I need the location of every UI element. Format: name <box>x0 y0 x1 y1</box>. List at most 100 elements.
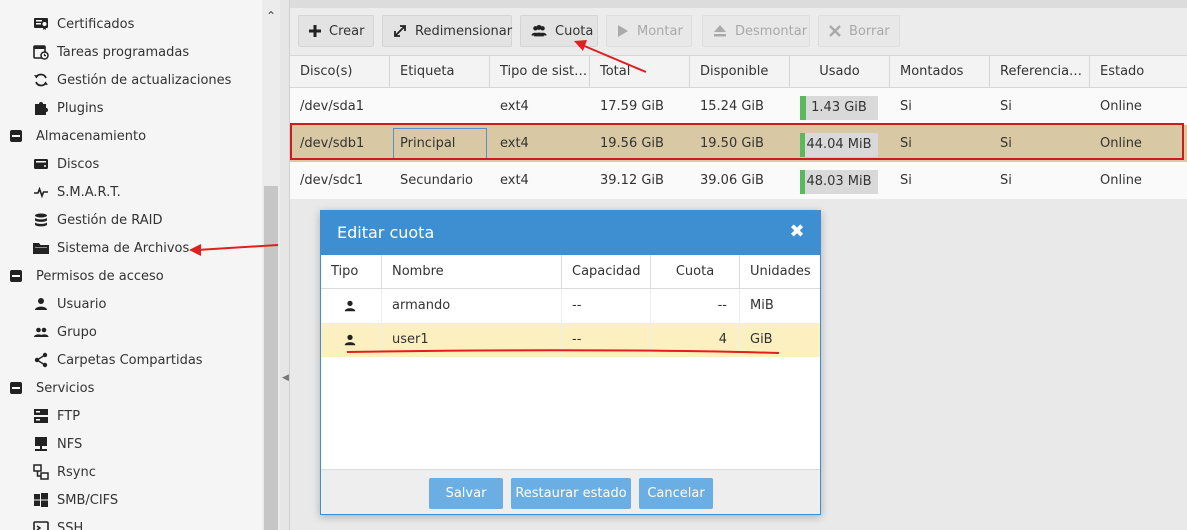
sidebar-item-gestion-raid[interactable]: Gestión de RAID <box>0 206 262 234</box>
sidebar-item-ftp[interactable]: FTP <box>0 402 262 430</box>
sidebar-group-permisos[interactable]: Permisos de acceso <box>0 262 262 290</box>
column-header-tipo[interactable]: Tipo de sist… <box>490 56 590 87</box>
cell-units[interactable]: MiB <box>740 289 820 323</box>
cell-mounted: Si <box>900 99 912 114</box>
sidebar-item-certificados[interactable]: Certificados <box>0 10 262 38</box>
collapse-left-icon[interactable]: ◀ <box>282 373 289 383</box>
redimensionar-button[interactable]: Redimensionar <box>382 15 512 47</box>
puzzle-icon <box>33 100 49 116</box>
sidebar-item-gestion-actualizaciones[interactable]: Gestión de actualizaciones <box>0 66 262 94</box>
usage-bar-fill <box>800 133 805 157</box>
cell-label[interactable]: Principal <box>390 125 490 162</box>
sidebar-item-rsync[interactable]: Rsync <box>0 458 262 486</box>
cell-total: 17.59 GiB <box>600 99 664 114</box>
sidebar-scrollbar-thumb[interactable] <box>264 186 278 530</box>
dialog-footer: Salvar Restaurar estado Cancelar <box>321 469 820 514</box>
network-icon <box>33 464 49 480</box>
collapse-icon[interactable] <box>8 268 24 284</box>
cell-quota[interactable]: -- <box>651 289 740 323</box>
desmontar-button[interactable]: Desmontar <box>702 15 810 47</box>
sidebar-item-discos[interactable]: Discos <box>0 150 262 178</box>
cell-available: 15.24 GiB <box>700 99 764 114</box>
group-icon <box>531 23 547 39</box>
sidebar-item-label: SMB/CIFS <box>57 492 119 508</box>
sidebar-item-smb-cifs[interactable]: SMB/CIFS <box>0 486 262 514</box>
sidebar-item-plugins[interactable]: Plugins <box>0 94 262 122</box>
sidebar-item-usuario[interactable]: Usuario <box>0 290 262 318</box>
cell-label <box>390 88 400 125</box>
restaurar-estado-button[interactable]: Restaurar estado <box>511 478 631 509</box>
cell-type: ext4 <box>500 136 529 151</box>
cancelar-button[interactable]: Cancelar <box>639 478 713 509</box>
column-header-nombre[interactable]: Nombre <box>382 255 562 289</box>
quota-row-selected[interactable]: user1 -- 4 GiB <box>321 323 820 357</box>
table-row[interactable]: /dev/sdc1 Secundario ext4 39.12 GiB 39.0… <box>290 162 1187 199</box>
column-header-etiqueta[interactable]: Etiqueta <box>390 56 490 87</box>
panel-splitter[interactable] <box>280 0 290 530</box>
quota-row[interactable]: armando -- -- MiB <box>321 289 820 323</box>
sidebar-item-ssh[interactable]: SSH <box>0 514 262 530</box>
cell-label: Secundario <box>400 173 474 188</box>
sidebar-item-label: Discos <box>57 156 100 172</box>
sidebar-item-label: Grupo <box>57 324 97 340</box>
sidebar-item-label: Plugins <box>57 100 104 116</box>
user-icon <box>321 289 382 323</box>
usage-bar-label: 1.43 GiB <box>811 100 867 115</box>
montar-label: Montar <box>637 23 683 39</box>
sidebar-group-servicios[interactable]: Servicios <box>0 374 262 402</box>
navigation-sidebar: Certificados Tareas programadas Gestión … <box>0 0 280 530</box>
collapse-icon[interactable] <box>8 380 24 396</box>
sidebar-item-label: Rsync <box>57 464 96 480</box>
table-row-selected[interactable]: /dev/sdb1 Principal ext4 19.56 GiB 19.50… <box>290 125 1187 162</box>
crear-button[interactable]: Crear <box>298 15 374 47</box>
cell-total: 39.12 GiB <box>600 173 664 188</box>
sidebar-item-label: Servicios <box>36 380 95 396</box>
column-header-referenciado[interactable]: Referencia… <box>990 56 1090 87</box>
column-header-montados[interactable]: Montados <box>890 56 990 87</box>
sidebar-item-smart[interactable]: S.M.A.R.T. <box>0 178 262 206</box>
column-header-capacidad[interactable]: Capacidad <box>562 255 651 289</box>
cell-available: 39.06 GiB <box>700 173 764 188</box>
cell-units[interactable]: GiB <box>740 323 820 357</box>
table-row[interactable]: /dev/sda1 ext4 17.59 GiB 15.24 GiB 1.43 … <box>290 88 1187 125</box>
server-icon <box>33 408 49 424</box>
montar-button[interactable]: Montar <box>606 15 692 47</box>
terminal-icon <box>33 520 49 530</box>
column-header-total[interactable]: Total <box>590 56 690 87</box>
close-icon[interactable]: ✖ <box>788 223 806 241</box>
borrar-label: Borrar <box>849 23 890 39</box>
play-icon <box>617 23 629 39</box>
user-icon <box>321 323 382 357</box>
sidebar-item-sistema-archivos[interactable]: Sistema de Archivos <box>0 234 262 262</box>
cuota-button[interactable]: Cuota <box>520 15 598 47</box>
column-header-disco[interactable]: Disco(s) <box>290 56 390 87</box>
redimensionar-label: Redimensionar <box>415 23 513 39</box>
column-header-usado[interactable]: Usado <box>790 56 890 87</box>
close-icon <box>829 23 841 39</box>
toolbar: Crear Redimensionar Cuota Montar Desmont… <box>290 8 1187 55</box>
sidebar-item-label: NFS <box>57 436 83 452</box>
sidebar-item-nfs[interactable]: NFS <box>0 430 262 458</box>
column-header-cuota[interactable]: Cuota <box>651 255 740 289</box>
column-header-tipo[interactable]: Tipo <box>321 255 382 289</box>
collapse-icon[interactable] <box>8 128 24 144</box>
sidebar-item-tareas-programadas[interactable]: Tareas programadas <box>0 38 262 66</box>
panel-header-strip <box>290 0 1187 8</box>
usage-bar-label: 44.04 MiB <box>806 137 872 152</box>
share-icon <box>33 352 49 368</box>
grid-header: Disco(s) Etiqueta Tipo de sist… Total Di… <box>290 55 1187 88</box>
crear-label: Crear <box>329 23 365 39</box>
sidebar-item-label: FTP <box>57 408 81 424</box>
sidebar-item-label: Usuario <box>57 296 107 312</box>
borrar-button[interactable]: Borrar <box>818 15 900 47</box>
heartbeat-icon <box>33 184 49 200</box>
sidebar-item-grupo[interactable]: Grupo <box>0 318 262 346</box>
sidebar-item-carpetas-compartidas[interactable]: Carpetas Compartidas <box>0 346 262 374</box>
sidebar-group-almacenamiento[interactable]: Almacenamiento <box>0 122 262 150</box>
column-header-disponible[interactable]: Disponible <box>690 56 790 87</box>
column-header-unidades[interactable]: Unidades <box>740 255 820 289</box>
cell-quota[interactable]: 4 <box>651 323 740 357</box>
column-header-estado[interactable]: Estado <box>1090 56 1187 87</box>
salvar-button[interactable]: Salvar <box>429 478 503 509</box>
scroll-up-icon[interactable]: ⌃ <box>263 9 279 23</box>
